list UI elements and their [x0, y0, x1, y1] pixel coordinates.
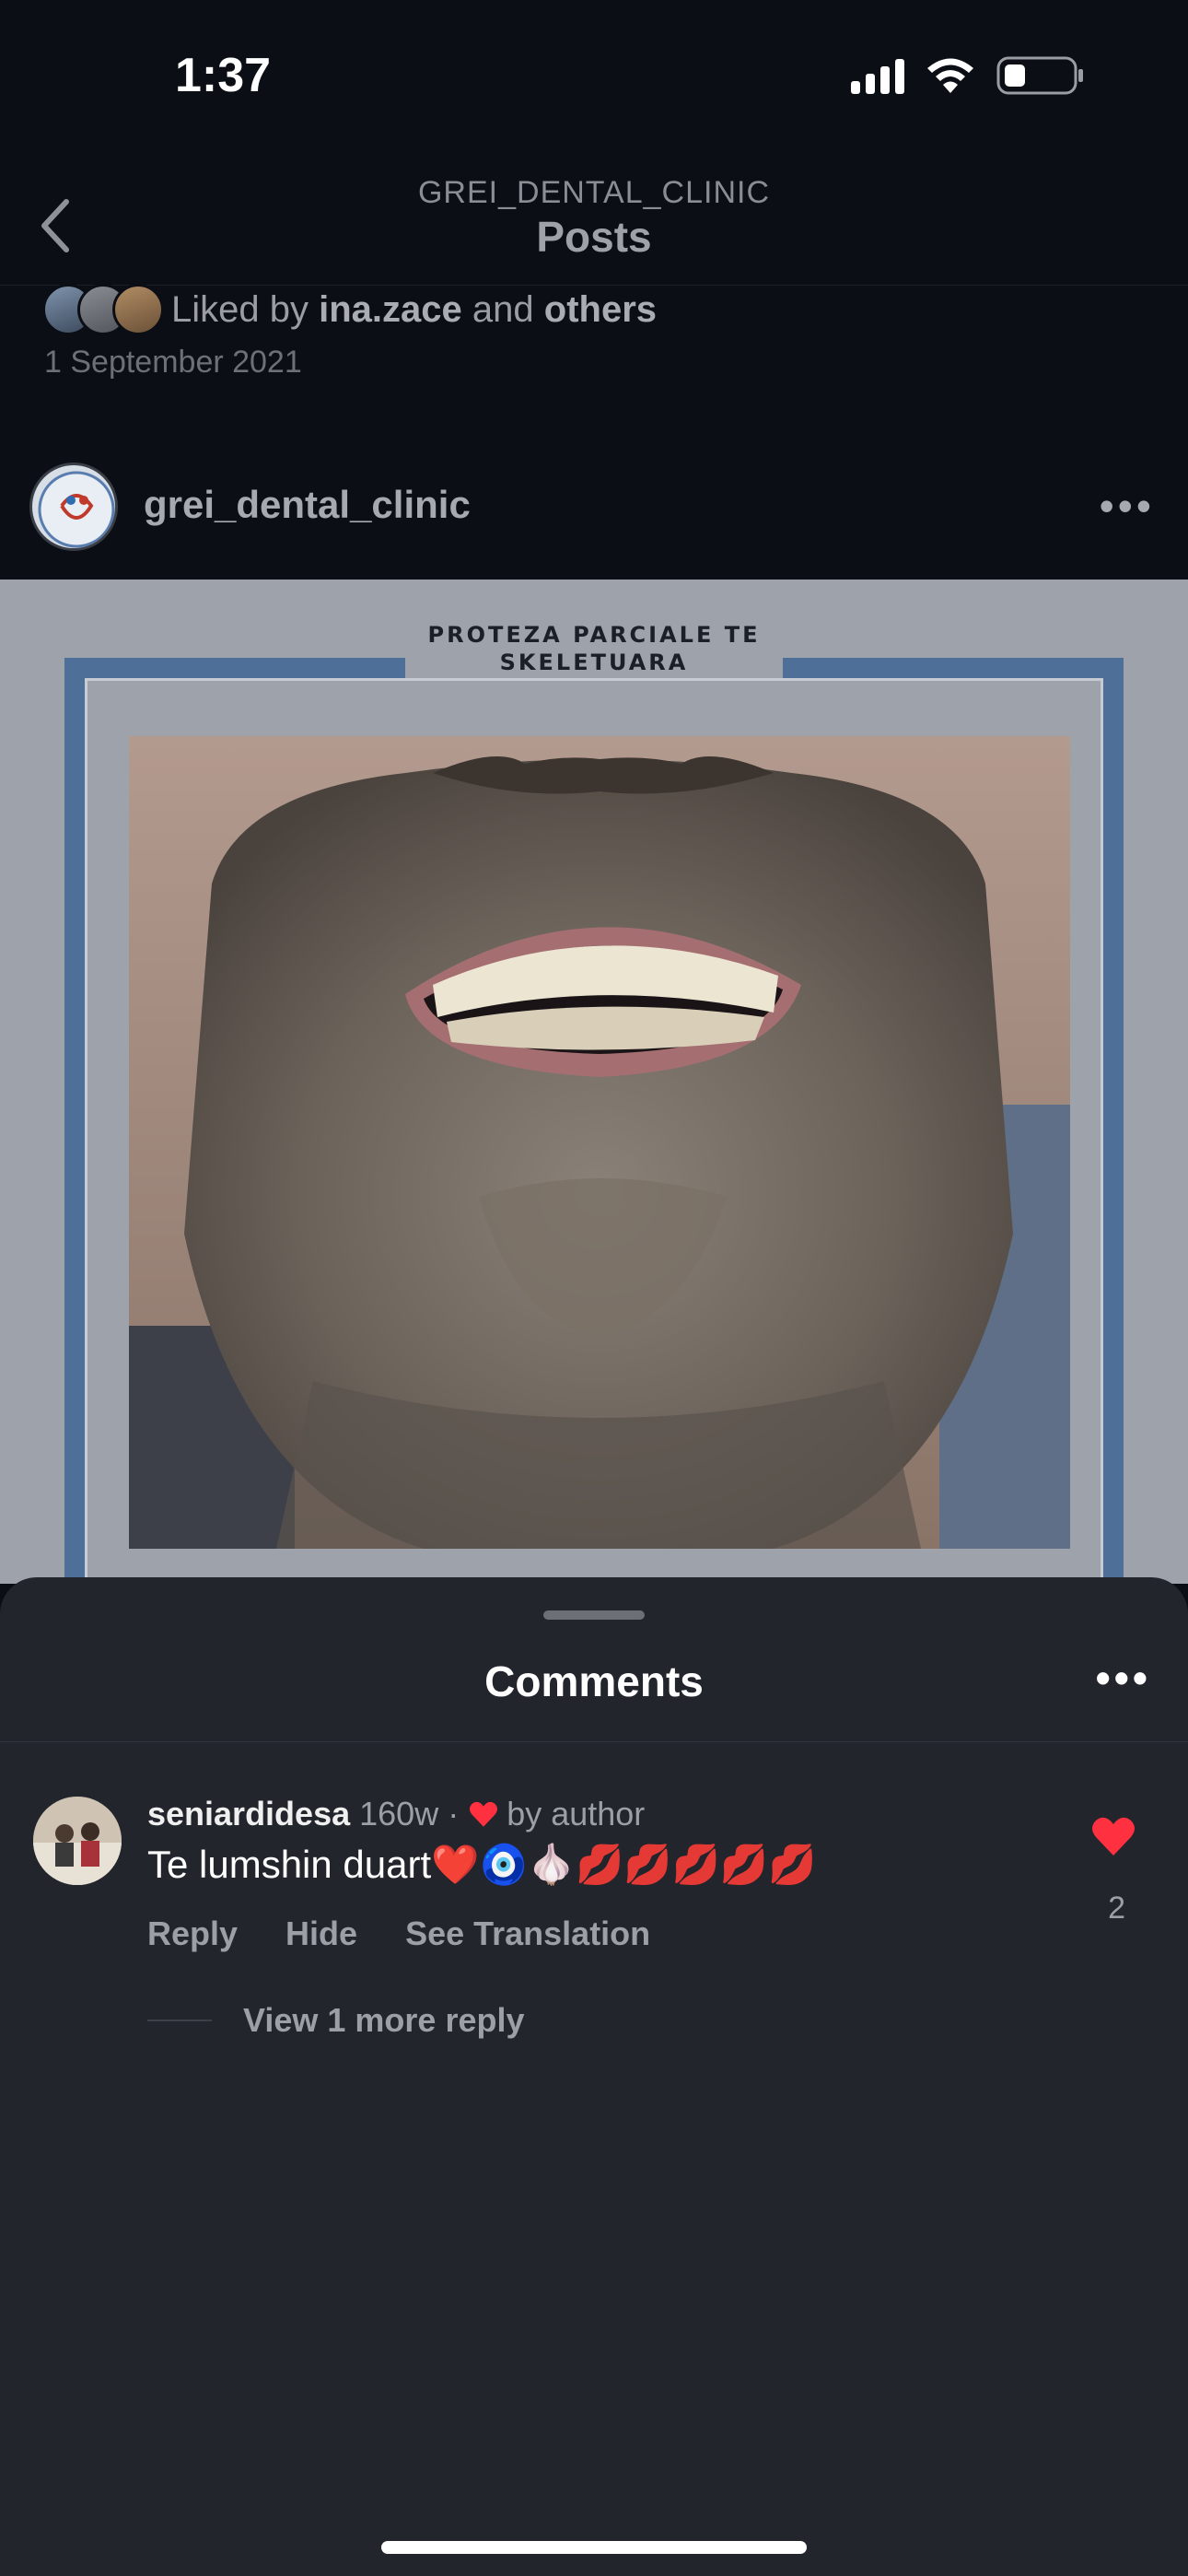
- view-replies-label: View 1 more reply: [243, 2001, 525, 2039]
- comments-title: Comments: [484, 1657, 704, 1705]
- divider: [0, 1741, 1188, 1742]
- status-icons: [851, 55, 1085, 96]
- screen: 1:37 GREI_DENTAL_CLINIC Posts Liked by i…: [0, 0, 1188, 2576]
- commenter-photo: [33, 1797, 122, 1885]
- comment-text: Te lumshin duart❤️🧿🧄💋💋💋💋💋: [147, 1843, 817, 1886]
- see-translation-button[interactable]: See Translation: [405, 1914, 650, 1953]
- avatar[interactable]: [33, 1797, 122, 1885]
- heart-filled-icon: [1092, 1817, 1135, 1856]
- post-image-caption: PROTEZA PARCIALE TE SKELETUARA: [427, 622, 761, 675]
- liked-by-text: Liked by ina.zace and others: [171, 289, 657, 331]
- heart-icon: [468, 1800, 499, 1828]
- reply-button[interactable]: Reply: [147, 1914, 238, 1953]
- frame-border: [1103, 658, 1124, 1584]
- liked-by-author-label: by author: [507, 1795, 646, 1832]
- liked-by-conj: and: [472, 288, 534, 330]
- reply-thread-line: [147, 2020, 212, 2021]
- meta-separator: ·: [448, 1795, 460, 1832]
- wifi-icon: [927, 58, 973, 93]
- post-date: 1 September 2021: [44, 345, 302, 380]
- post-author-avatar[interactable]: [29, 463, 118, 551]
- sheet-grabber[interactable]: [543, 1610, 645, 1620]
- comment-username[interactable]: seniardidesa: [147, 1795, 350, 1833]
- nav-subtitle: GREI_DENTAL_CLINIC: [417, 175, 771, 210]
- comment-item: seniardidesa 160w · by author Te lumshin…: [0, 1780, 1188, 2075]
- frame-border: [64, 658, 85, 1584]
- like-comment-button[interactable]: [1090, 1815, 1136, 1857]
- comment-time: 160w: [359, 1795, 439, 1832]
- comment-actions: Reply Hide See Translation: [147, 1914, 650, 1953]
- nav-title: Posts: [536, 213, 652, 261]
- patient-smile-photo: [129, 736, 1070, 1549]
- comment-meta: seniardidesa 160w · by author: [147, 1795, 645, 1833]
- comments-more-icon[interactable]: •••: [1096, 1653, 1151, 1703]
- cellular-signal-icon: [851, 57, 904, 94]
- post-header: grei_dental_clinic •••: [0, 451, 1188, 562]
- post-more-icon[interactable]: •••: [1100, 481, 1155, 531]
- status-bar: 1:37: [0, 0, 1188, 157]
- status-time: 1:37: [175, 49, 272, 102]
- home-indicator[interactable]: [381, 2541, 807, 2554]
- comments-sheet: Comments ••• seniardidesa 160w · by auth…: [0, 1577, 1188, 2576]
- hide-button[interactable]: Hide: [285, 1914, 357, 1953]
- comment-like-count: 2: [1108, 1891, 1125, 1926]
- liker-avatars: [42, 284, 166, 335]
- post-image[interactable]: PROTEZA PARCIALE TE SKELETUARA: [0, 580, 1188, 1584]
- nav-header: GREI_DENTAL_CLINIC Posts: [0, 157, 1188, 286]
- avatar: [112, 284, 164, 335]
- liked-by-prefix: Liked by: [171, 288, 309, 330]
- view-replies-button[interactable]: View 1 more reply: [147, 2001, 525, 2040]
- clinic-logo-icon: [38, 471, 115, 548]
- liked-by-row[interactable]: Liked by ina.zace and others: [42, 284, 657, 335]
- post-author-username[interactable]: grei_dental_clinic: [144, 483, 471, 527]
- liked-by-user[interactable]: ina.zace: [319, 289, 462, 330]
- liked-by-others[interactable]: others: [544, 289, 657, 330]
- battery-icon: [996, 56, 1083, 95]
